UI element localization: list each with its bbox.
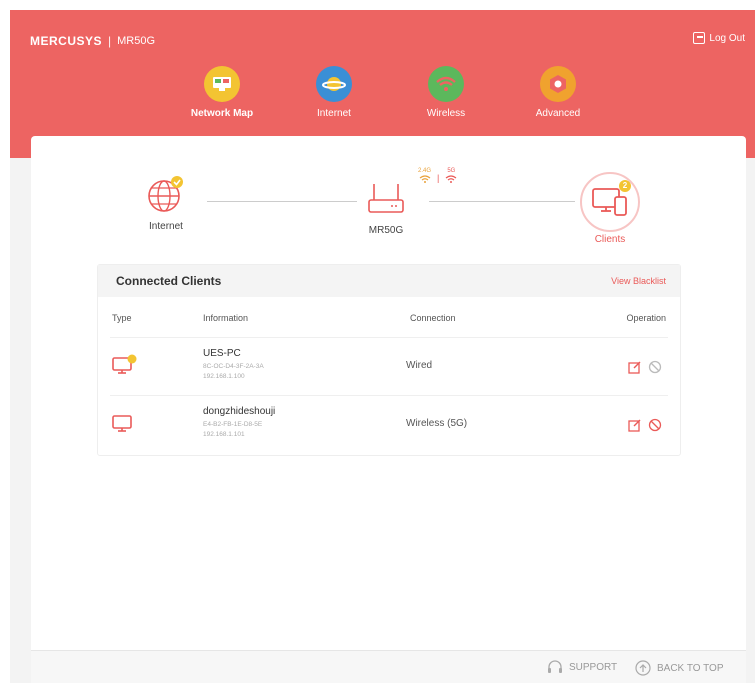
desktop-computer-icon [112,415,132,432]
column-type: Type [112,313,132,323]
client-ip: 192.168.1.100 [203,373,245,380]
nav-label: Network Map [190,108,254,119]
router-icon [368,184,404,213]
view-blacklist-link[interactable]: View Blacklist [611,276,666,286]
connected-clients-panel: Connected Clients View Blacklist Type In… [97,264,681,456]
column-connection: Connection [410,313,456,323]
router-model: MR50G [117,35,156,47]
client-ip: 192.168.1.101 [203,431,245,438]
internet-planet-icon [316,66,352,102]
nav-label: Advanced [535,108,581,119]
footer-bar: SUPPORT BACK TO TOP [31,650,746,683]
client-mac: 8C-OC-D4-3F-2A-3A [203,363,264,370]
nav-network-map[interactable]: Network Map [182,66,262,119]
clients-count-badge: 2 [619,180,631,192]
main-card: Internet 2.4G | 5G MR50G 2 Clients Conne… [31,136,746,656]
wifi-5g-icon [445,175,457,183]
main-nav: Network Map Internet Wireless Advanced [10,66,755,126]
support-label: SUPPORT [569,661,618,673]
information-cell: UES-PC 8C-OC-D4-3F-2A-3A 192.168.1.100 [203,348,264,382]
nav-label: Wireless [426,108,466,119]
band-5g: 5G [445,168,457,185]
brand-logo: MERCUSYS [30,34,103,48]
table-row: UES-PC 8C-OC-D4-3F-2A-3A 192.168.1.100 W… [110,337,668,395]
client-connection: Wireless (5G) [406,418,468,429]
app-frame: MERCUSYS | MR50G Log Out Network Map Int… [10,10,755,683]
information-cell: dongzhideshouji E4-B2-FB-1E-D8-5E 192.16… [203,406,275,440]
topology-clients[interactable]: 2 Clients [579,172,641,245]
wifi-24g-icon [419,175,430,183]
operation-cell [628,360,662,374]
network-topology: Internet 2.4G | 5G MR50G 2 Clients [31,136,746,256]
logout-icon [693,32,706,44]
topology-router-label: MR50G [368,225,404,236]
arrow-up-circle-icon [635,660,651,676]
topology-internet[interactable]: Internet [141,174,191,232]
type-cell [112,354,138,381]
topology-internet-label: Internet [149,221,183,232]
topology-link [207,201,357,202]
nav-label: Internet [317,108,351,119]
band-24g: 2.4G [418,168,431,185]
clients-panel-header: Connected Clients View Blacklist [98,265,680,297]
network-map-icon [204,66,240,102]
nav-internet[interactable]: Internet [294,66,374,119]
desktop-computer-icon [112,354,137,374]
block-icon[interactable] [648,360,662,374]
type-cell [112,412,138,439]
back-to-top-link[interactable]: BACK TO TOP [635,660,724,676]
brand-separator: | [108,34,112,48]
client-connection: Wired [406,360,433,371]
band-separator: | [437,173,440,183]
gear-icon [540,66,576,102]
client-name: dongzhideshouji [203,406,276,417]
support-link[interactable]: SUPPORT [547,660,617,674]
client-mac: E4-B2-FB-1E-D8-5E [203,421,263,428]
clients-panel-title: Connected Clients [116,274,222,288]
client-name: UES-PC [203,348,241,359]
table-row: dongzhideshouji E4-B2-FB-1E-D8-5E 192.16… [110,395,668,453]
logout-label: Log Out [709,32,745,44]
brand: MERCUSYS | MR50G [30,34,155,48]
edit-icon[interactable] [628,360,642,374]
clients-icon-ring: 2 [580,172,640,232]
column-information: Information [203,313,249,323]
globe-icon [148,176,183,212]
active-nav-caret [215,137,231,146]
block-icon[interactable] [648,418,662,432]
band-indicators: 2.4G | 5G [418,168,457,185]
headset-icon [548,660,562,673]
clients-table-header: Type Information Connection Operation [98,297,680,337]
topology-clients-label: Clients [594,234,626,245]
logout-button[interactable]: Log Out [693,32,745,44]
topology-router[interactable]: MR50G [361,182,411,236]
back-to-top-label: BACK TO TOP [657,662,724,674]
column-operation: Operation [626,313,666,323]
operation-cell [628,418,662,432]
edit-icon[interactable] [628,418,642,432]
nav-wireless[interactable]: Wireless [406,66,486,119]
topology-link [429,201,575,202]
wifi-icon [428,66,464,102]
nav-advanced[interactable]: Advanced [518,66,598,119]
